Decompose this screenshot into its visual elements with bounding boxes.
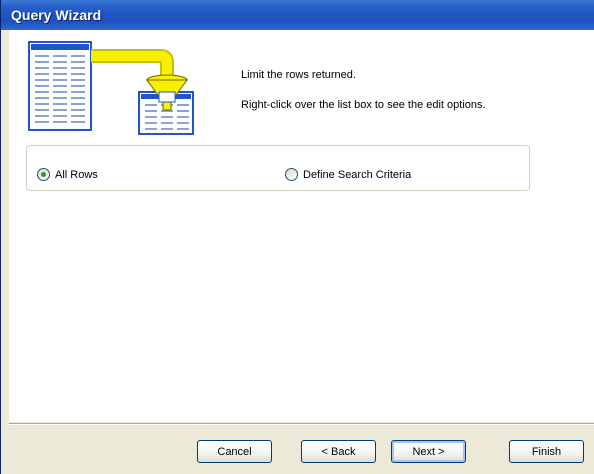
all-rows-label: All Rows	[55, 168, 98, 181]
title-bar[interactable]: Query Wizard	[1, 0, 594, 30]
define-search-label: Define Search Criteria	[303, 168, 412, 181]
row-filter-group: All Rows Define Search Criteria	[26, 145, 530, 191]
wizard-header: Limit the rows returned. Right-click ove…	[9, 30, 594, 140]
all-rows-radio[interactable]	[37, 168, 50, 181]
footer-separator	[9, 423, 594, 425]
instruction-right-click: Right-click over the list box to see the…	[241, 99, 486, 111]
instruction-limit-rows: Limit the rows returned.	[241, 69, 356, 81]
table-icon	[28, 41, 92, 131]
window-title: Query Wizard	[11, 7, 102, 23]
query-wizard-window: Query Wizard Limit the rows returned. Ri…	[0, 0, 594, 474]
define-search-radio[interactable]	[285, 168, 298, 181]
wizard-content-panel: All Rows Define Search Criteria	[9, 140, 594, 422]
back-button[interactable]: < Back	[301, 440, 376, 463]
next-button[interactable]: Next >	[391, 440, 466, 463]
data-flow-pipe-icon	[91, 49, 174, 76]
wizard-illustration	[28, 41, 194, 135]
all-rows-option[interactable]: All Rows	[37, 168, 98, 181]
define-search-option[interactable]: Define Search Criteria	[285, 168, 411, 181]
cancel-button[interactable]: Cancel	[197, 440, 272, 463]
finish-button[interactable]: Finish	[509, 440, 584, 463]
